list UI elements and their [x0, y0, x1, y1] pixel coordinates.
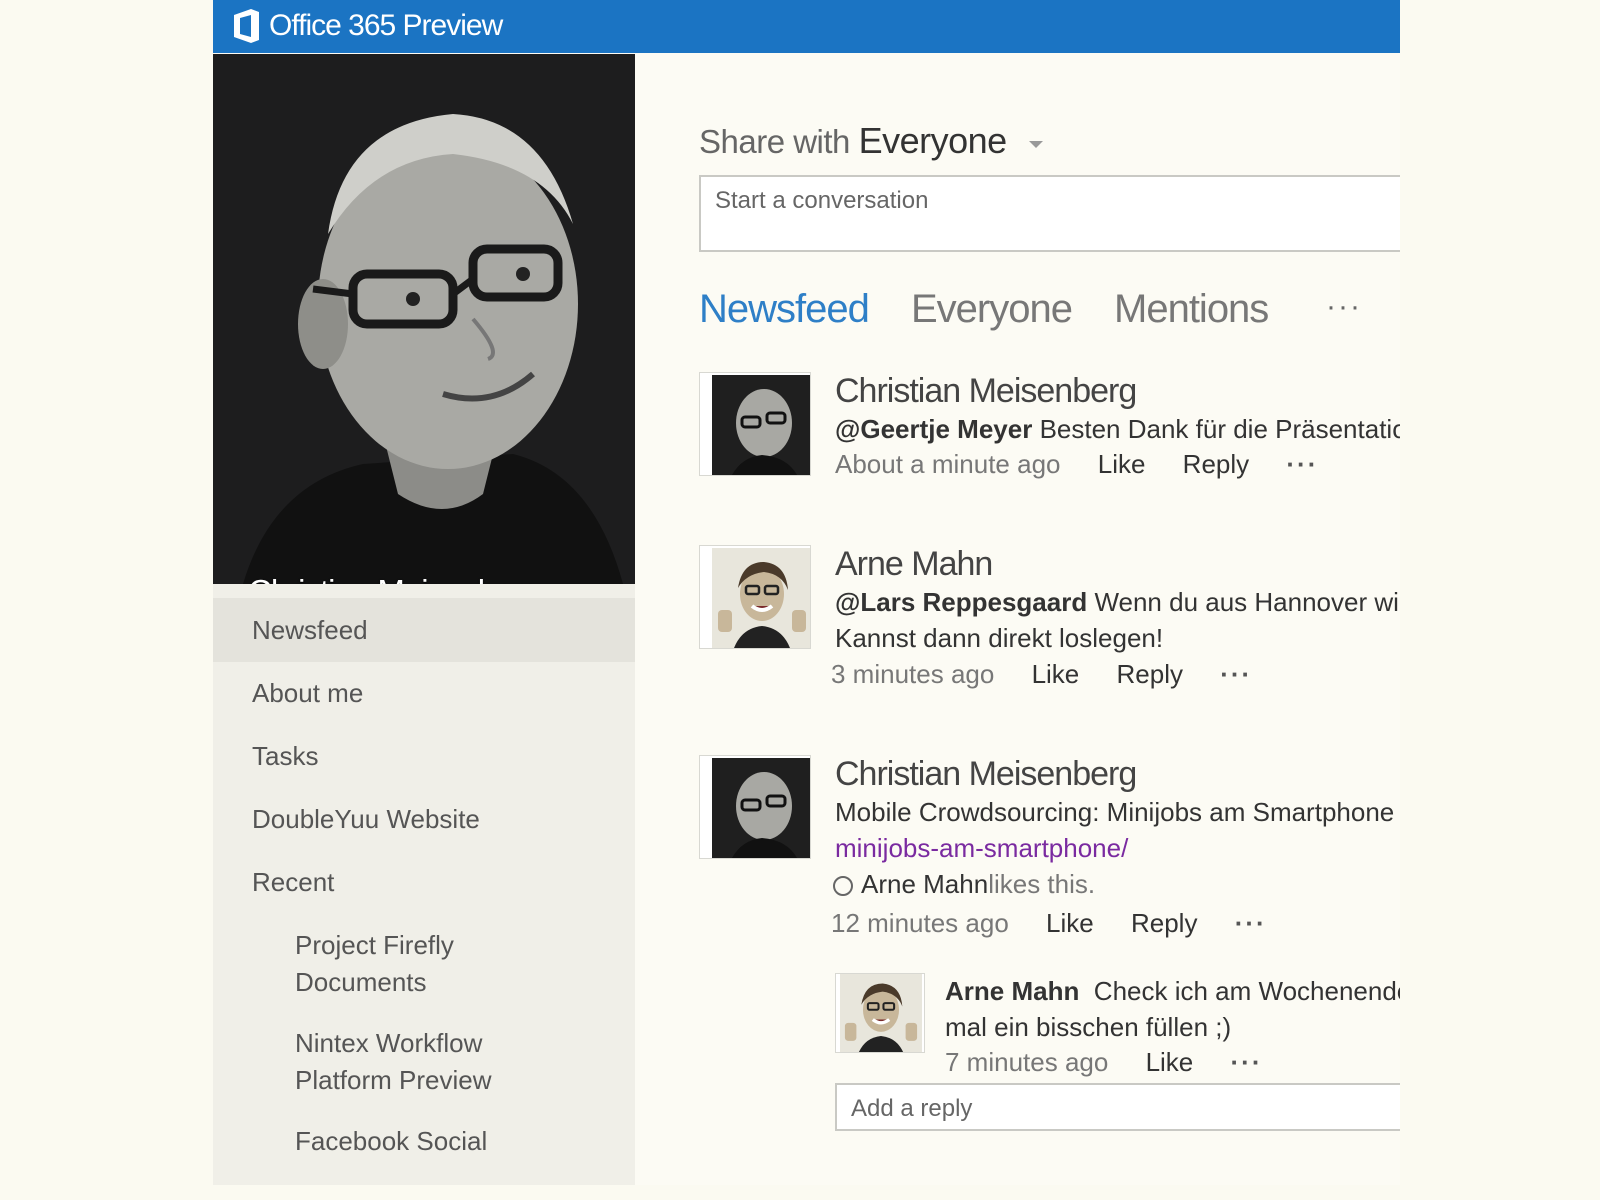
recent-item-project-firefly[interactable]: Project Firefly Documents — [295, 927, 595, 1001]
avatar-image — [712, 758, 810, 858]
more-options-button[interactable]: ··· — [1235, 908, 1267, 939]
like-button[interactable]: Like — [1098, 449, 1146, 480]
recent-item-line: Facebook Social — [295, 1126, 488, 1156]
tab-mentions[interactable]: Mentions — [1114, 287, 1269, 332]
avatar-image — [840, 974, 922, 1052]
comment-timestamp: 7 minutes ago — [945, 1047, 1109, 1077]
avatar[interactable] — [699, 372, 811, 476]
share-label: Share with — [699, 123, 850, 160]
profile-photo[interactable]: Christian Meisenberg — [213, 54, 635, 584]
tab-more-button[interactable]: ··· — [1326, 290, 1362, 324]
post-likes[interactable]: Arne Mahn likes this. — [833, 869, 1095, 900]
avatar-image — [712, 548, 810, 648]
more-options-button[interactable]: ··· — [1220, 659, 1252, 690]
recent-item-line: Project Firefly — [295, 930, 454, 960]
avatar[interactable] — [699, 545, 811, 649]
post-timestamp: 12 minutes ago — [831, 908, 1009, 938]
comment-body: Check ich am Wochenende — [1093, 976, 1400, 1006]
conversation-composer[interactable] — [699, 175, 1400, 252]
comment-body-continued: mal ein bisschen füllen ;) — [945, 1012, 1232, 1042]
reply-box[interactable] — [835, 1083, 1400, 1133]
post-meta: 12 minutes ago Like Reply ··· — [831, 908, 1267, 939]
tab-everyone[interactable]: Everyone — [911, 287, 1073, 332]
avatar-image — [712, 375, 810, 475]
app-title: Office 365 Preview — [269, 9, 503, 42]
nav-item-about-me[interactable]: About me — [213, 661, 635, 725]
chevron-down-icon — [1029, 140, 1044, 148]
like-button[interactable]: Like — [1032, 659, 1080, 690]
profile-name: Christian Meisenberg — [248, 573, 541, 584]
post-body: Wenn du aus Hannover wie — [1087, 587, 1400, 617]
likes-name: Arne Mahn — [861, 869, 989, 899]
recent-item-nintex-workflow[interactable]: Nintex Workflow Platform Preview — [295, 1025, 595, 1099]
like-button[interactable]: Like — [1146, 1047, 1194, 1077]
post-text: @Geertje Meyer Besten Dank für die Präse… — [835, 414, 1400, 445]
post-text-continued: Kannst dann direkt loslegen! — [835, 623, 1164, 653]
reply-button[interactable]: Reply — [1183, 449, 1249, 480]
like-button[interactable]: Like — [1046, 908, 1094, 939]
nav-item-tasks[interactable]: Tasks — [213, 724, 635, 788]
smiley-icon — [833, 876, 853, 896]
reply-input[interactable] — [837, 1085, 1400, 1133]
post-timestamp: About a minute ago — [835, 449, 1061, 479]
nav-item-doubleyuu-website[interactable]: DoubleYuu Website — [213, 787, 635, 851]
post-author[interactable]: Christian Meisenberg — [835, 372, 1137, 411]
post-author[interactable]: Christian Meisenberg — [835, 755, 1137, 794]
brand[interactable]: Office 365 Preview — [231, 8, 503, 44]
comment-author[interactable]: Arne Mahn — [945, 976, 1079, 1006]
post-meta: About a minute ago Like Reply ··· — [835, 449, 1318, 480]
avatar[interactable] — [699, 755, 811, 859]
recent-item-line: Platform Preview — [295, 1065, 492, 1095]
feed-post: Arne Mahn @Lars Reppesgaard Wenn du aus … — [699, 545, 1400, 695]
avatar[interactable] — [835, 973, 925, 1053]
post-mention[interactable]: @Geertje Meyer — [835, 414, 1032, 444]
post-text: Mobile Crowdsourcing: Minijobs am Smartp… — [835, 797, 1400, 828]
profile-portrait-image — [213, 54, 635, 584]
reply-button[interactable]: Reply — [1131, 908, 1197, 939]
feed-post: Christian Meisenberg @Geertje Meyer Best… — [699, 372, 1400, 482]
more-options-button[interactable]: ··· — [1286, 449, 1318, 480]
app-window: Office 365 Preview Christian Meisenberg … — [213, 0, 1400, 1185]
conversation-input[interactable] — [701, 177, 1400, 225]
office-logo-icon — [234, 9, 259, 43]
left-navigation: Newsfeed About me Tasks DoubleYuu Websit… — [213, 584, 635, 1185]
share-audience-selector[interactable]: Share with Everyone — [699, 120, 1044, 162]
nav-item-newsfeed[interactable]: Newsfeed — [213, 598, 635, 662]
post-body: Besten Dank für die Präsentatio — [1032, 414, 1400, 444]
post-link-continued[interactable]: minijobs-am-smartphone/ — [835, 833, 1128, 864]
tab-newsfeed[interactable]: Newsfeed — [699, 287, 870, 332]
post-text: @Lars Reppesgaard Wenn du aus Hannover w… — [835, 587, 1400, 618]
post-meta: 3 minutes ago Like Reply ··· — [831, 659, 1252, 690]
post-author[interactable]: Arne Mahn — [835, 545, 993, 584]
post-body: Mobile Crowdsourcing: Minijobs am Smartp… — [835, 797, 1400, 827]
recent-item-line: Nintex Workflow — [295, 1028, 483, 1058]
share-audience: Everyone — [858, 120, 1008, 161]
recent-item-line: Documents — [295, 967, 427, 997]
more-options-button[interactable]: ··· — [1231, 1047, 1263, 1077]
comment-meta: 7 minutes ago Like ··· — [945, 1047, 1262, 1078]
comment-text: Arne Mahn Check ich am Wochenende mal ei… — [945, 973, 1400, 1045]
top-bar: Office 365 Preview — [213, 0, 1400, 53]
post-timestamp: 3 minutes ago — [831, 659, 995, 689]
post-mention[interactable]: @Lars Reppesgaard — [835, 587, 1087, 617]
nav-item-recent: Recent — [252, 867, 335, 897]
reply-button[interactable]: Reply — [1117, 659, 1183, 690]
likes-suffix: likes this. — [988, 869, 1096, 899]
recent-item-facebook-social[interactable]: Facebook Social — [295, 1123, 595, 1160]
